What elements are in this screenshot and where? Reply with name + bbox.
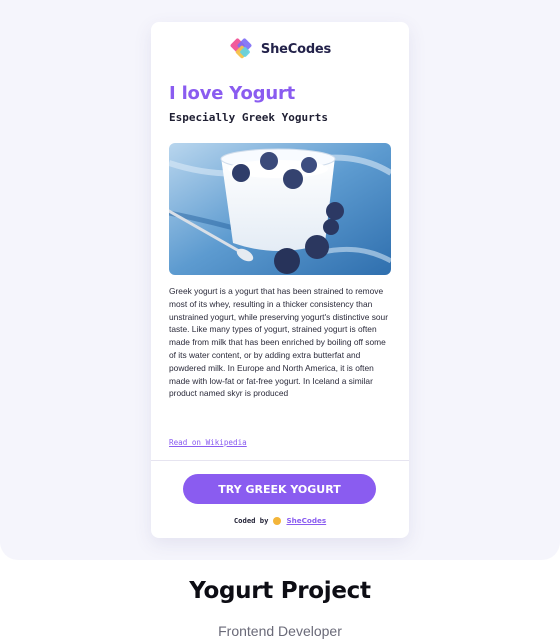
coded-by-footer: Coded by SheCodes	[151, 516, 409, 525]
description-text: Greek yogurt is a yogurt that has been s…	[169, 286, 388, 399]
page-subtitle: Especially Greek Yogurts	[169, 111, 328, 124]
shecodes-small-icon	[273, 516, 282, 525]
shecodes-link[interactable]: SheCodes	[286, 516, 326, 525]
shecodes-logo[interactable]: SheCodes	[151, 36, 409, 62]
shecodes-logo-icon	[229, 36, 257, 62]
try-greek-yogurt-button[interactable]: TRY GREEK YOGURT	[183, 474, 376, 504]
page-title: I love Yogurt	[169, 83, 296, 104]
logo-text: SheCodes	[260, 41, 332, 57]
preview-stage: SheCodes I love Yogurt Especially Greek …	[0, 0, 560, 560]
coded-by-label: Coded by	[233, 516, 269, 525]
yogurt-card: SheCodes I love Yogurt Especially Greek …	[151, 22, 409, 538]
project-title: Yogurt Project	[189, 578, 371, 604]
divider	[151, 460, 409, 461]
project-subtitle: Frontend Developer	[218, 623, 342, 639]
wikipedia-link[interactable]: Read on Wikipedia	[169, 438, 247, 447]
yogurt-photo	[169, 143, 391, 275]
